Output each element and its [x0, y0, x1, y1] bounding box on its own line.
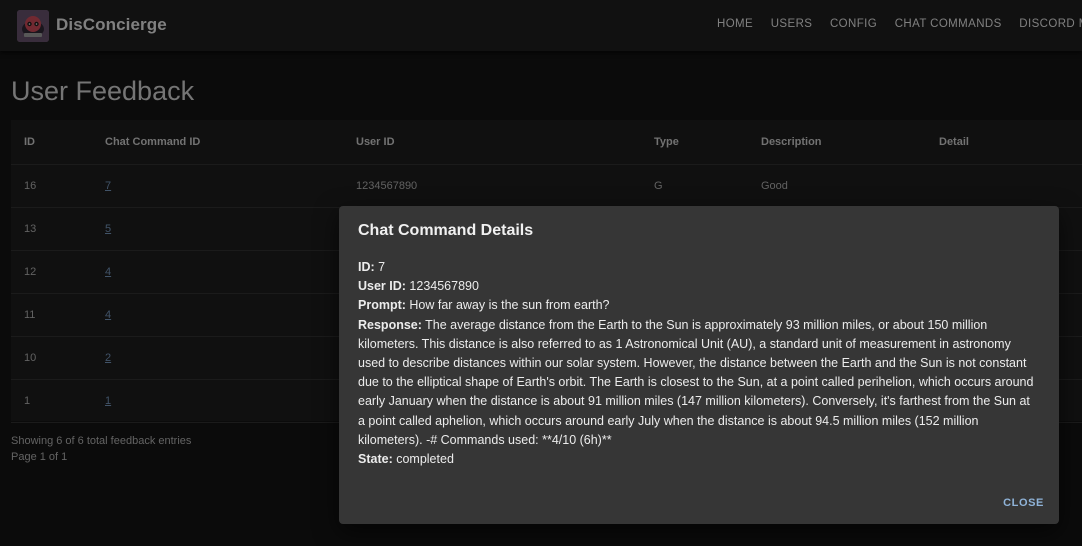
- prompt-value: How far away is the sun from earth?: [409, 298, 610, 313]
- state-label: State:: [358, 452, 393, 467]
- detail-state: State: completed: [358, 450, 1038, 469]
- prompt-label: Prompt:: [358, 298, 406, 313]
- dialog-content: ID: 7 User ID: 1234567890 Prompt: How fa…: [358, 258, 1038, 469]
- chat-command-details-dialog: Chat Command Details ID: 7 User ID: 1234…: [339, 206, 1059, 524]
- dialog-title: Chat Command Details: [358, 222, 534, 239]
- close-button[interactable]: CLOSE: [1003, 497, 1044, 509]
- user-id-value: 1234567890: [409, 279, 479, 294]
- response-value: The average distance from the Earth to t…: [358, 317, 1034, 447]
- detail-user-id: User ID: 1234567890: [358, 277, 1038, 296]
- response-label: Response:: [358, 317, 422, 332]
- detail-id: ID: 7: [358, 258, 1038, 277]
- state-value: completed: [396, 452, 454, 467]
- detail-prompt: Prompt: How far away is the sun from ear…: [358, 296, 1038, 315]
- id-value: 7: [378, 260, 386, 274]
- detail-response: Response: The average distance from the …: [358, 316, 1038, 450]
- id-label: ID:: [358, 260, 375, 274]
- user-id-label: User ID:: [358, 279, 406, 294]
